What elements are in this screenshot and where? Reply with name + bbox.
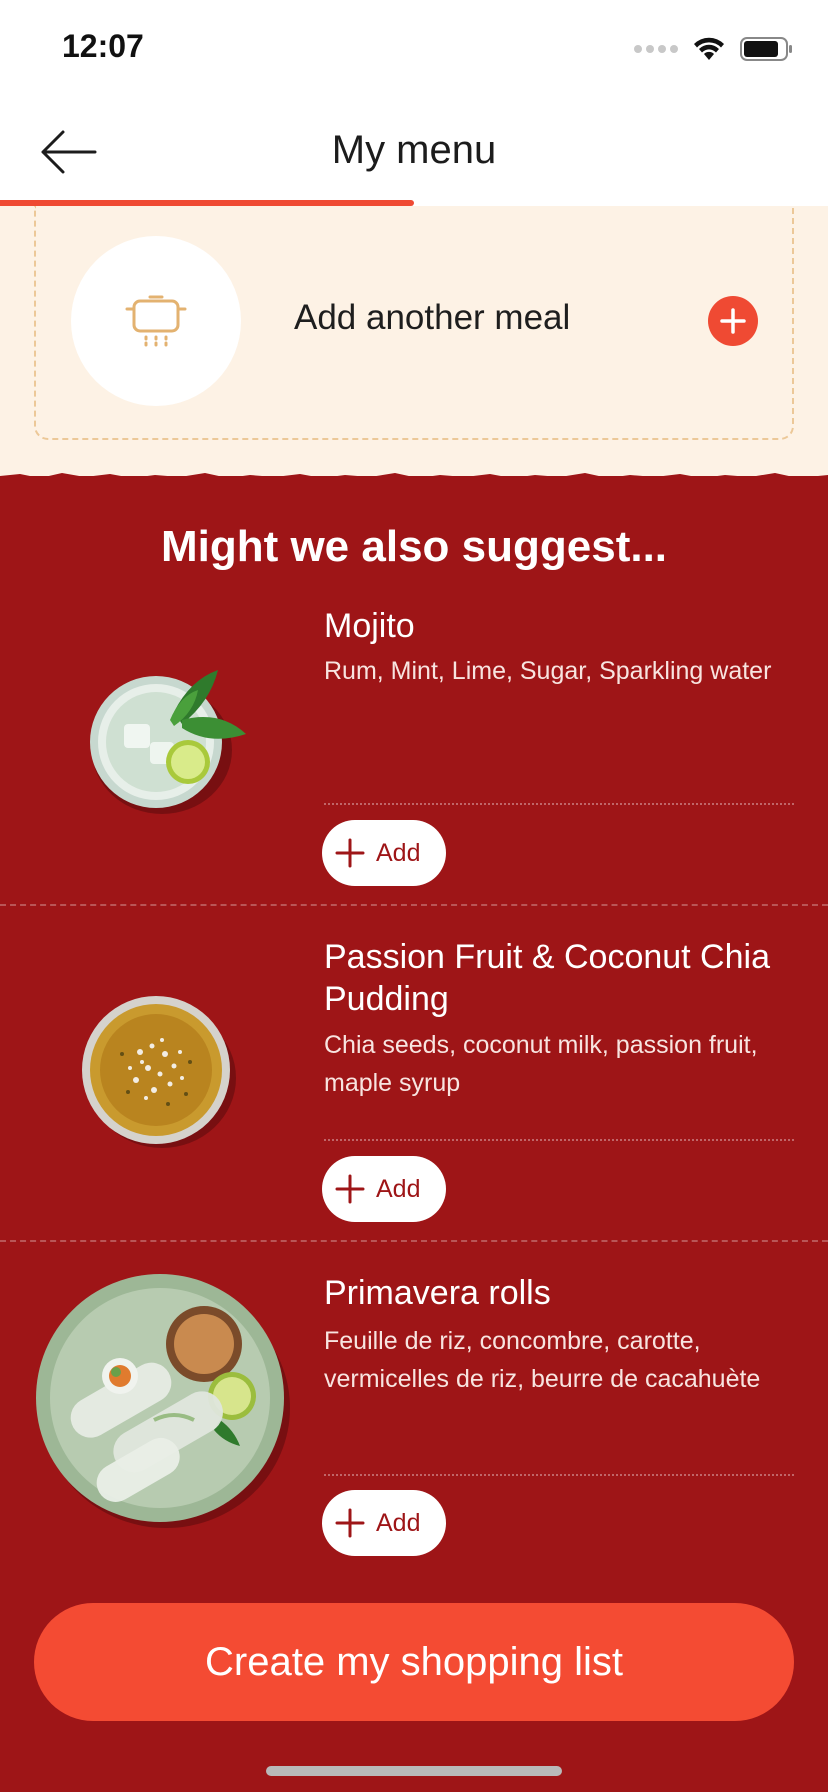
signal-icon (634, 45, 678, 53)
item-dotted-separator (324, 1139, 794, 1141)
create-shopping-list-button[interactable]: Create my shopping list (34, 1603, 794, 1721)
suggestions-title: Might we also suggest... (160, 522, 668, 571)
pot-icon (125, 295, 187, 347)
item-dotted-separator (324, 1474, 794, 1476)
plus-icon (720, 308, 746, 334)
suggestion-description: Rum, Mint, Lime, Sugar, Sparkling water (324, 657, 772, 685)
add-primavera-rolls-button[interactable]: Add (322, 1490, 446, 1556)
suggestion-name: Primavera rolls (324, 1274, 551, 1312)
status-time: 12:07 (62, 28, 144, 64)
pot-icon-circle (71, 236, 241, 406)
suggestion-item-primavera-rolls: Primavera rolls Feuille de riz, concombr… (0, 1270, 828, 1570)
status-icons (634, 34, 794, 64)
suggestion-description: Feuille de riz, concombre, carotte, verm… (324, 1327, 761, 1393)
add-meal-section: Add another meal (0, 206, 828, 476)
item-divider (0, 1240, 828, 1242)
add-chia-pudding-button[interactable]: Add (322, 1156, 446, 1222)
add-meal-plus-button[interactable] (708, 296, 758, 346)
torn-edge-divider (0, 473, 828, 486)
wifi-icon (694, 37, 724, 60)
plus-icon (335, 838, 365, 868)
mojito-image (90, 670, 246, 814)
add-button-label: Add (376, 838, 421, 867)
suggestion-name: Mojito (324, 607, 415, 645)
item-divider (0, 904, 828, 906)
plus-icon (335, 1174, 365, 1204)
battery-icon (740, 37, 792, 61)
add-meal-label: Add another meal (294, 298, 571, 337)
chia-pudding-image (82, 996, 236, 1148)
header: My menu (0, 100, 828, 206)
primavera-rolls-image (36, 1274, 290, 1528)
add-meal-card[interactable]: Add another meal (34, 206, 794, 440)
status-bar: 12:07 (0, 0, 828, 100)
add-button-label: Add (376, 1174, 421, 1203)
add-button-label: Add (376, 1508, 421, 1537)
item-dotted-separator (324, 803, 794, 805)
page-title: My menu (331, 128, 497, 172)
add-mojito-button[interactable]: Add (322, 820, 446, 886)
plus-icon (335, 1508, 365, 1538)
suggestion-description: Chia seeds, coconut milk, passion fruit,… (324, 1031, 758, 1097)
suggestion-name: Passion Fruit & Coconut Chia Pudding (324, 938, 770, 1018)
suggestion-item-mojito: Mojito Rum, Mint, Lime, Sugar, Sparkling… (0, 600, 828, 900)
home-indicator (266, 1766, 562, 1776)
suggestion-item-chia-pudding: Passion Fruit & Coconut Chia Pudding Chi… (0, 934, 828, 1234)
